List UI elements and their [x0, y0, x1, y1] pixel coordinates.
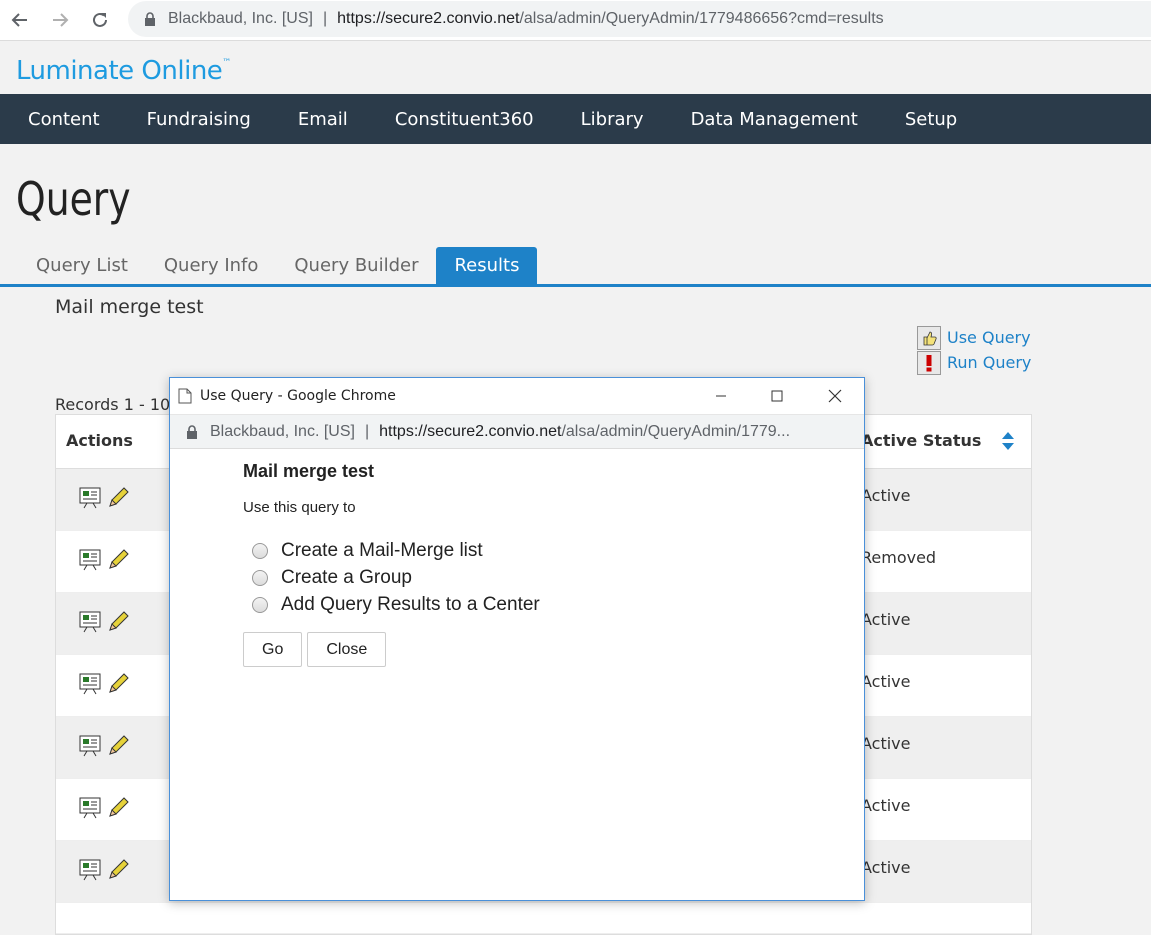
minimize-icon[interactable] — [698, 378, 744, 414]
edit-pencil-icon[interactable] — [106, 672, 130, 696]
popup-subheading: Use this query to — [243, 499, 356, 516]
lock-icon — [144, 12, 156, 26]
popup-org: Blackbaud, Inc. [US] — [210, 422, 355, 440]
tab-results[interactable]: Results — [436, 247, 538, 284]
popup-buttons: Go Close — [243, 632, 387, 667]
view-record-icon[interactable] — [78, 672, 102, 696]
nav-email[interactable]: Email — [276, 109, 373, 130]
popup-url-host: https://secure2.convio.net — [379, 422, 562, 440]
popup-heading: Mail merge test — [243, 461, 375, 481]
forward-icon[interactable] — [46, 6, 74, 34]
side-actions: Use Query Run Query — [917, 325, 1031, 375]
option-create-group[interactable]: Create a Group — [252, 564, 540, 591]
logo-tm: ™ — [222, 58, 231, 68]
view-record-icon[interactable] — [78, 858, 102, 882]
tab-query-info[interactable]: Query Info — [146, 247, 277, 284]
status-cell: Active — [861, 858, 911, 877]
nav-constituent360[interactable]: Constituent360 — [373, 109, 559, 130]
use-query-label[interactable]: Use Query — [947, 328, 1031, 347]
nav-fundraising[interactable]: Fundraising — [125, 109, 276, 130]
tab-query-list[interactable]: Query List — [18, 247, 146, 284]
browser-toolbar: Blackbaud, Inc. [US] | https://secure2.c… — [0, 0, 1151, 41]
query-name: Mail merge test — [55, 296, 204, 318]
logo-text: Luminate Online — [16, 56, 223, 86]
lock-icon — [186, 424, 198, 439]
query-tabs: Query List Query Info Query Builder Resu… — [18, 247, 538, 284]
status-cell: Active — [861, 796, 911, 815]
tab-underline — [0, 284, 1151, 287]
edit-pencil-icon[interactable] — [106, 858, 130, 882]
table-row — [56, 903, 1031, 934]
main-nav: Content Fundraising Email Constituent360… — [0, 94, 1151, 144]
status-cell: Removed — [861, 548, 937, 567]
option-add-to-center[interactable]: Add Query Results to a Center — [252, 591, 540, 618]
col-status-header[interactable]: Active Status — [861, 431, 981, 450]
status-cell: Active — [861, 486, 911, 505]
view-record-icon[interactable] — [78, 796, 102, 820]
option-mail-merge[interactable]: Create a Mail-Merge list — [252, 537, 540, 564]
tab-query-builder[interactable]: Query Builder — [276, 247, 436, 284]
run-query-label[interactable]: Run Query — [947, 353, 1031, 372]
edit-pencil-icon[interactable] — [106, 486, 130, 510]
use-query-popup-window: Use Query - Google Chrome Blackbaud, Inc… — [169, 377, 865, 901]
back-icon[interactable] — [6, 6, 34, 34]
thumbs-up-icon — [917, 325, 941, 350]
edit-pencil-icon[interactable] — [106, 610, 130, 634]
view-record-icon[interactable] — [78, 548, 102, 572]
view-record-icon[interactable] — [78, 486, 102, 510]
exclamation-icon — [917, 350, 941, 375]
nav-library[interactable]: Library — [559, 109, 669, 130]
option-label: Add Query Results to a Center — [281, 593, 540, 615]
popup-title: Use Query - Google Chrome — [200, 388, 396, 404]
nav-content[interactable]: Content — [0, 109, 125, 130]
status-cell: Active — [861, 672, 911, 691]
address-bar[interactable]: Blackbaud, Inc. [US] | https://secure2.c… — [128, 1, 1151, 37]
url-separator: | — [322, 10, 328, 27]
close-button[interactable]: Close — [307, 632, 387, 667]
page-title: Query — [16, 172, 131, 226]
url-host: https://secure2.convio.net — [337, 10, 520, 27]
url-path: /alsa/admin/QueryAdmin/1779486656?cmd=re… — [519, 10, 884, 27]
go-button[interactable]: Go — [243, 632, 303, 667]
radio-add-to-center[interactable] — [252, 596, 268, 613]
nav-setup[interactable]: Setup — [883, 109, 982, 130]
col-actions-header: Actions — [66, 431, 133, 450]
status-cell: Active — [861, 610, 911, 629]
reload-icon[interactable] — [86, 6, 114, 34]
luminate-logo[interactable]: Luminate Online™ — [16, 56, 231, 86]
close-window-icon[interactable] — [812, 378, 858, 414]
nav-data-management[interactable]: Data Management — [669, 109, 883, 130]
maximize-icon[interactable] — [754, 378, 800, 414]
edit-pencil-icon[interactable] — [106, 734, 130, 758]
view-record-icon[interactable] — [78, 734, 102, 758]
edit-pencil-icon[interactable] — [106, 796, 130, 820]
site-org: Blackbaud, Inc. [US] — [168, 10, 313, 27]
popup-url-separator: | — [364, 422, 370, 440]
document-icon — [178, 388, 192, 404]
status-cell: Active — [861, 734, 911, 753]
popup-url-path: /alsa/admin/QueryAdmin/1779... — [561, 422, 791, 440]
option-label: Create a Group — [281, 566, 412, 588]
edit-pencil-icon[interactable] — [106, 548, 130, 572]
use-query-options: Create a Mail-Merge list Create a Group … — [252, 537, 540, 618]
option-label: Create a Mail-Merge list — [281, 539, 483, 561]
run-query-link[interactable]: Run Query — [917, 350, 1031, 375]
use-query-link[interactable]: Use Query — [917, 325, 1031, 350]
radio-create-group[interactable] — [252, 569, 268, 586]
popup-address-bar: Blackbaud, Inc. [US] | https://secure2.c… — [170, 415, 864, 449]
popup-titlebar[interactable]: Use Query - Google Chrome — [170, 378, 864, 415]
sort-icon[interactable] — [1001, 431, 1015, 451]
radio-mail-merge[interactable] — [252, 542, 268, 559]
view-record-icon[interactable] — [78, 610, 102, 634]
records-count: Records 1 - 10 — [55, 395, 171, 414]
